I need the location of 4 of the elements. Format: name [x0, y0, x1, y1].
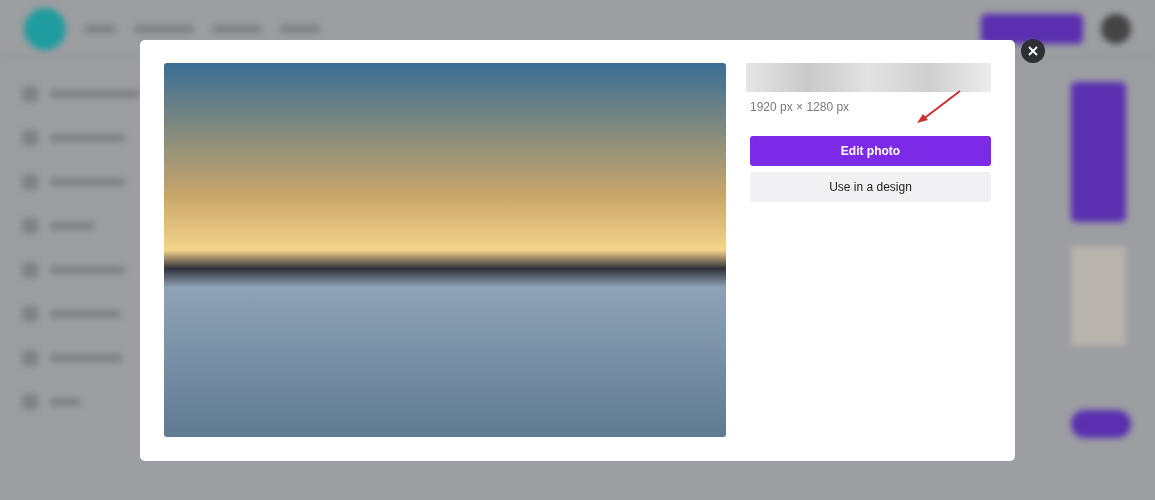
edit-photo-button[interactable]: Edit photo — [750, 136, 991, 166]
use-in-design-button[interactable]: Use in a design — [750, 172, 991, 202]
close-icon[interactable] — [1021, 39, 1045, 63]
image-size-text: 1920 px × 1280 px — [750, 99, 851, 116]
